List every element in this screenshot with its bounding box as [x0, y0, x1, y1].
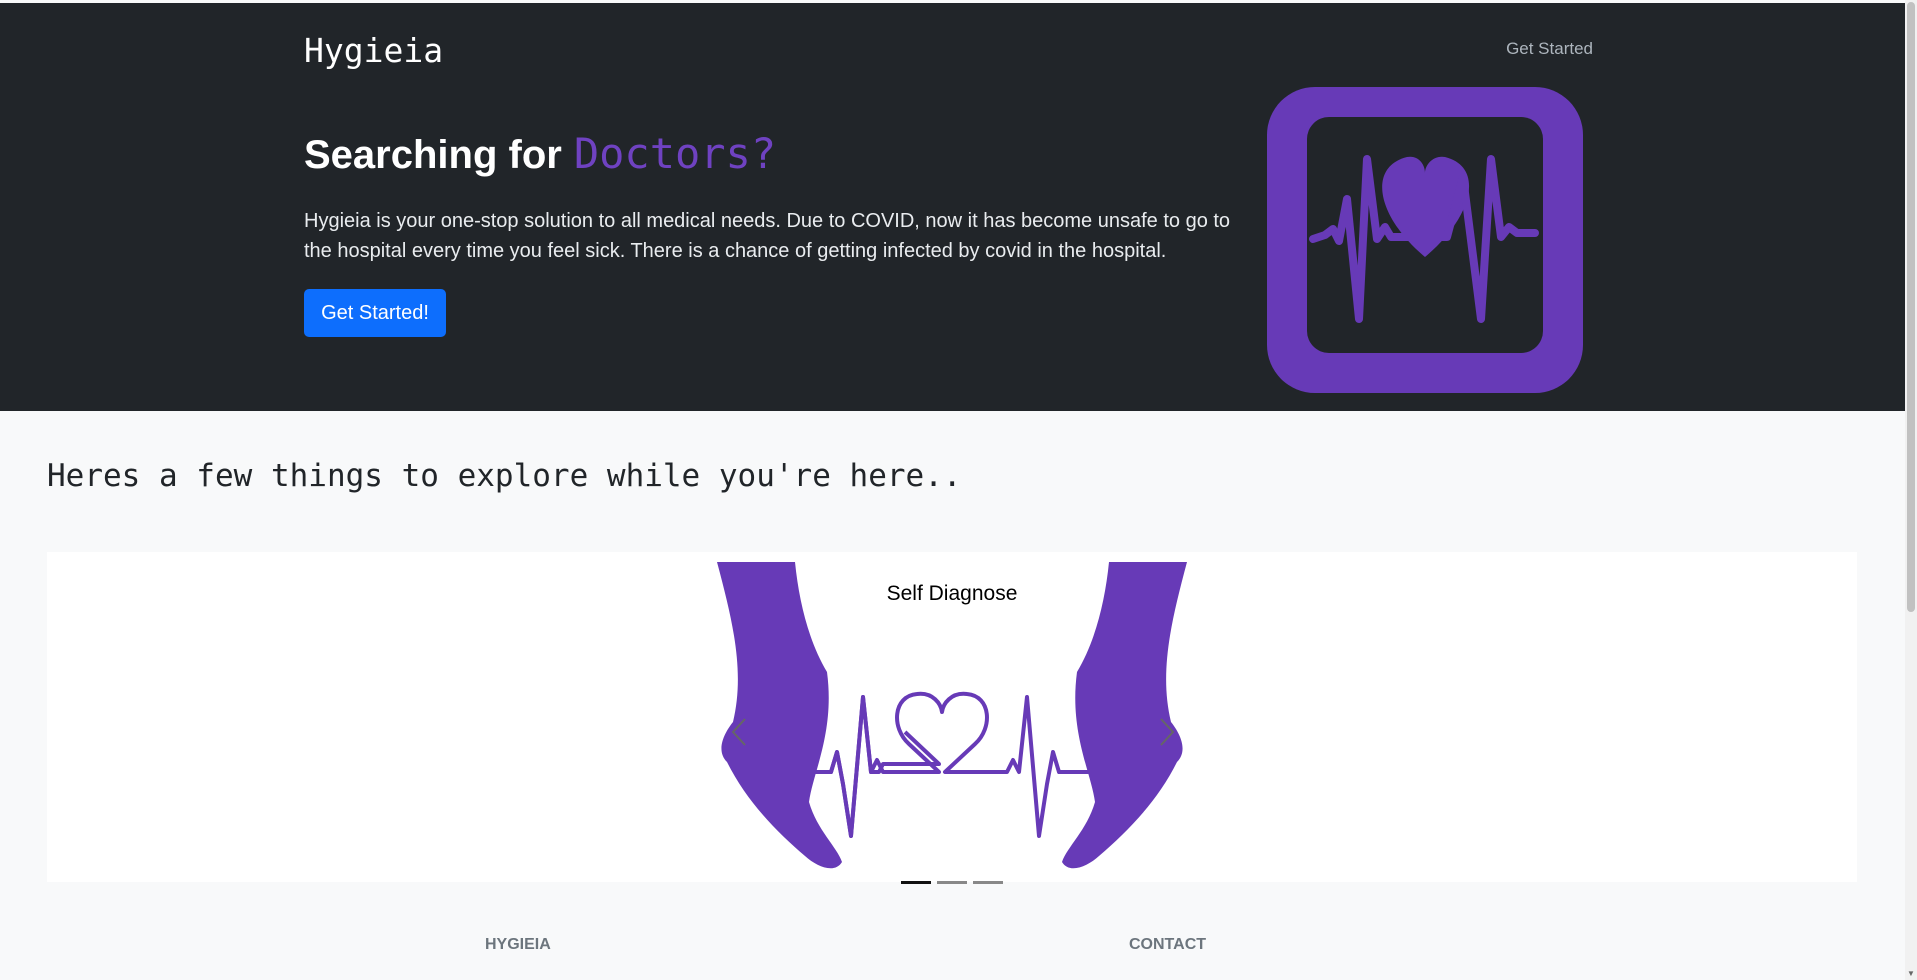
hands-heartbeat-icon	[717, 562, 1187, 869]
chevron-left-icon	[731, 718, 746, 746]
hero-title: Searching for Doctors?	[304, 129, 776, 178]
get-started-button[interactable]: Get Started!	[304, 289, 446, 337]
nav-get-started-link[interactable]: Get Started	[1506, 39, 1593, 59]
scroll-down-icon[interactable]: ▼	[1905, 966, 1917, 980]
hero-title-accent: Doctors?	[573, 129, 777, 178]
carousel-indicator-3[interactable]	[973, 881, 1003, 884]
brand-logo[interactable]: Hygieia	[304, 31, 443, 70]
hero-section: Hygieia Get Started Searching for Doctors…	[0, 3, 1905, 411]
hero-description: Hygieia is your one-stop solution to all…	[304, 210, 1231, 262]
carousel-indicator-1[interactable]	[901, 881, 931, 884]
scrollbar-thumb[interactable]	[1907, 2, 1915, 612]
carousel-indicators	[47, 881, 1857, 884]
carousel-indicator-2[interactable]	[937, 881, 967, 884]
page-scrollbar[interactable]: ▼	[1905, 0, 1917, 980]
heartbeat-monitor-icon	[1267, 87, 1583, 393]
footer-contact-heading: CONTACT	[1129, 936, 1207, 953]
footer-hygieia-heading: HYGIEIA	[485, 936, 551, 953]
slide-caption: Self Diagnose	[886, 582, 1018, 605]
chevron-right-icon	[1160, 718, 1175, 746]
explore-heading: Heres a few things to explore while you'…	[47, 458, 962, 494]
hero-title-prefix: Searching for	[304, 133, 562, 177]
feature-carousel[interactable]: Self Diagnose	[47, 552, 1857, 884]
carousel-next-button[interactable]	[1155, 712, 1179, 752]
carousel-prev-button[interactable]	[727, 712, 751, 752]
